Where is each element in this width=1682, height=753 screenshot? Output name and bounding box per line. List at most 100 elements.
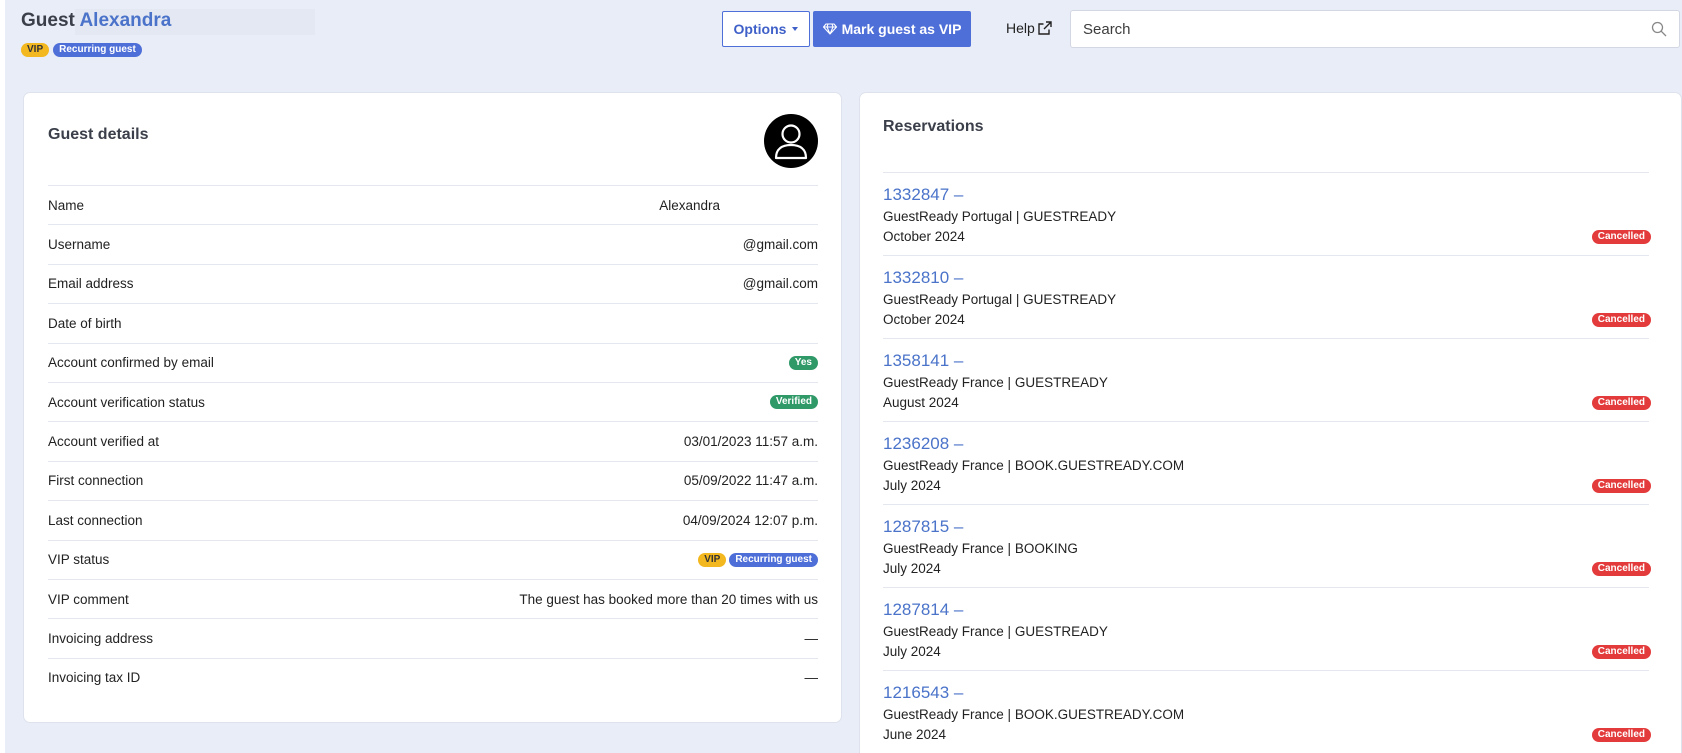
reservation-link[interactable]: 1287815 – <box>883 517 963 537</box>
detail-value: @gmail.com <box>742 237 818 253</box>
detail-row-confirmed-email: Account confirmed by email Yes <box>48 342 818 382</box>
reservation-item: 1287814 – GuestReady France | GUESTREADY… <box>883 587 1651 670</box>
detail-row-invoicing-tax-id: Invoicing tax ID — <box>48 657 819 697</box>
reservation-item: 1332847 – GuestReady Portugal | GUESTREA… <box>883 172 1651 255</box>
verified-badge: Verified <box>769 395 818 410</box>
reservation-property: GuestReady Portugal | GUESTREADY <box>883 292 1117 307</box>
detail-value: — <box>804 630 819 646</box>
reservation-property: GuestReady France | BOOKING <box>883 541 1078 556</box>
reservation-property: GuestReady Portugal | GUESTREADY <box>883 209 1117 224</box>
reservation-property: GuestReady France | BOOK.GUESTREADY.COM <box>883 707 1185 722</box>
guest-name: Alexandra <box>79 10 172 31</box>
reservation-date: October 2024 <box>883 312 965 327</box>
reservations-list: 1332847 – GuestReady Portugal | GUESTREA… <box>883 172 1651 753</box>
detail-value: 03/01/2023 11:57 a.m. <box>683 434 818 450</box>
reservation-date: July 2024 <box>883 478 941 493</box>
detail-row-last-connection: Last connection 04/09/2024 12:07 p.m. <box>48 500 818 539</box>
reservation-property: GuestReady France | BOOK.GUESTREADY.COM <box>883 458 1185 473</box>
detail-row-date-of-birth: Date of birth <box>48 303 818 342</box>
detail-value: 05/09/2022 11:47 a.m. <box>683 473 818 489</box>
cancelled-badge: Cancelled <box>1591 479 1651 493</box>
reservation-item: 1332810 – GuestReady Portugal | GUESTREA… <box>883 255 1651 338</box>
detail-value: Alexandra <box>659 197 720 213</box>
detail-label: Username <box>48 237 111 253</box>
reservation-date: August 2024 <box>883 395 959 410</box>
reservation-link[interactable]: 1216543 – <box>883 683 963 703</box>
detail-label: VIP status <box>48 552 110 568</box>
help-link[interactable]: Help <box>1006 20 1052 36</box>
cancelled-badge: Cancelled <box>1591 562 1651 576</box>
detail-row-vip-comment: VIP comment The guest has booked more th… <box>48 578 818 618</box>
reservation-property: GuestReady France | GUESTREADY <box>883 375 1108 390</box>
detail-row-first-connection: First connection 05/09/2022 11:47 a.m. <box>48 460 818 500</box>
vip-badge: VIP <box>21 43 50 57</box>
detail-row-vip-status: VIP status VIP Recurring guest <box>48 539 818 579</box>
page-title: Guest Alexandra <box>21 10 171 32</box>
search-box[interactable] <box>1070 10 1680 48</box>
detail-label: Name <box>48 197 85 213</box>
left-edge <box>0 0 5 753</box>
detail-label: Account verification status <box>48 394 205 410</box>
detail-row-username: Username @gmail.com <box>48 224 818 263</box>
confirmed-badge: Yes <box>788 355 818 370</box>
reservation-link[interactable]: 1236208 – <box>883 434 963 454</box>
detail-row-email: Email address @gmail.com <box>48 263 818 303</box>
diamond-icon <box>822 23 837 35</box>
options-label: Options <box>733 21 787 37</box>
page-title-prefix: Guest <box>21 10 75 31</box>
reservation-date: June 2024 <box>883 727 947 742</box>
search-input[interactable] <box>1083 20 1651 38</box>
recurring-guest-badge: Recurring guest <box>729 552 818 567</box>
mark-vip-label: Mark guest as VIP <box>841 21 962 37</box>
guest-details-card: Guest details Name Alexandra Username @g… <box>23 92 842 723</box>
detail-row-name: Name Alexandra <box>48 185 818 224</box>
detail-label: Account verified at <box>48 434 160 450</box>
reservation-link[interactable]: 1358141 – <box>883 351 963 371</box>
guest-detail-rows: Name Alexandra Username @gmail.com Email… <box>48 185 818 697</box>
detail-value: Verified <box>769 395 818 410</box>
reservation-item: 1236208 – GuestReady France | BOOK.GUEST… <box>883 421 1651 504</box>
detail-label: Invoicing address <box>48 630 154 646</box>
cancelled-badge: Cancelled <box>1591 728 1651 742</box>
reservation-property: GuestReady France | GUESTREADY <box>883 624 1108 639</box>
cancelled-badge: Cancelled <box>1591 313 1651 327</box>
detail-label: VIP comment <box>48 591 129 607</box>
options-button[interactable]: Options <box>722 11 810 47</box>
detail-value: Yes <box>788 355 818 370</box>
guest-details-title: Guest details <box>48 126 149 143</box>
detail-label: First connection <box>48 473 144 489</box>
reservation-link[interactable]: 1287814 – <box>883 600 963 620</box>
cancelled-badge: Cancelled <box>1591 645 1651 659</box>
reservations-card: Reservations 1332847 – GuestReady Portug… <box>859 92 1682 753</box>
search-icon[interactable] <box>1651 21 1667 37</box>
detail-value: @gmail.com <box>742 276 818 292</box>
detail-value: — <box>804 670 819 686</box>
detail-label: Account confirmed by email <box>48 355 214 371</box>
detail-label: Last connection <box>48 512 143 528</box>
detail-row-verification-status: Account verification status Verified <box>48 381 818 421</box>
reservation-date: October 2024 <box>883 229 965 244</box>
detail-label: Invoicing tax ID <box>48 670 141 686</box>
reservation-date: July 2024 <box>883 561 941 576</box>
reservation-link[interactable]: 1332847 – <box>883 185 963 205</box>
reservation-link[interactable]: 1332810 – <box>883 268 963 288</box>
detail-label: Email address <box>48 276 134 292</box>
detail-label: Date of birth <box>48 315 122 331</box>
detail-row-verified-at: Account verified at 03/01/2023 11:57 a.m… <box>48 421 818 460</box>
reservation-item: 1358141 – GuestReady France | GUESTREADY… <box>883 338 1651 421</box>
reservations-title: Reservations <box>883 118 984 135</box>
detail-value: The guest has booked more than 20 times … <box>519 591 818 607</box>
cancelled-badge: Cancelled <box>1591 230 1651 244</box>
user-avatar-icon <box>764 114 818 168</box>
detail-row-invoicing-address: Invoicing address — <box>48 618 818 657</box>
reservation-item: 1216543 – GuestReady France | BOOK.GUEST… <box>883 670 1651 753</box>
mark-vip-button[interactable]: Mark guest as VIP <box>813 11 971 47</box>
detail-value: VIP Recurring guest <box>698 552 818 567</box>
help-label: Help <box>1006 20 1035 36</box>
header-badges: VIP Recurring guest <box>21 43 142 57</box>
reservation-date: July 2024 <box>883 644 941 659</box>
vip-badge: VIP <box>698 552 727 567</box>
caret-down-icon <box>792 27 799 31</box>
cancelled-badge: Cancelled <box>1591 396 1651 410</box>
detail-value: 04/09/2024 12:07 p.m. <box>682 512 818 528</box>
